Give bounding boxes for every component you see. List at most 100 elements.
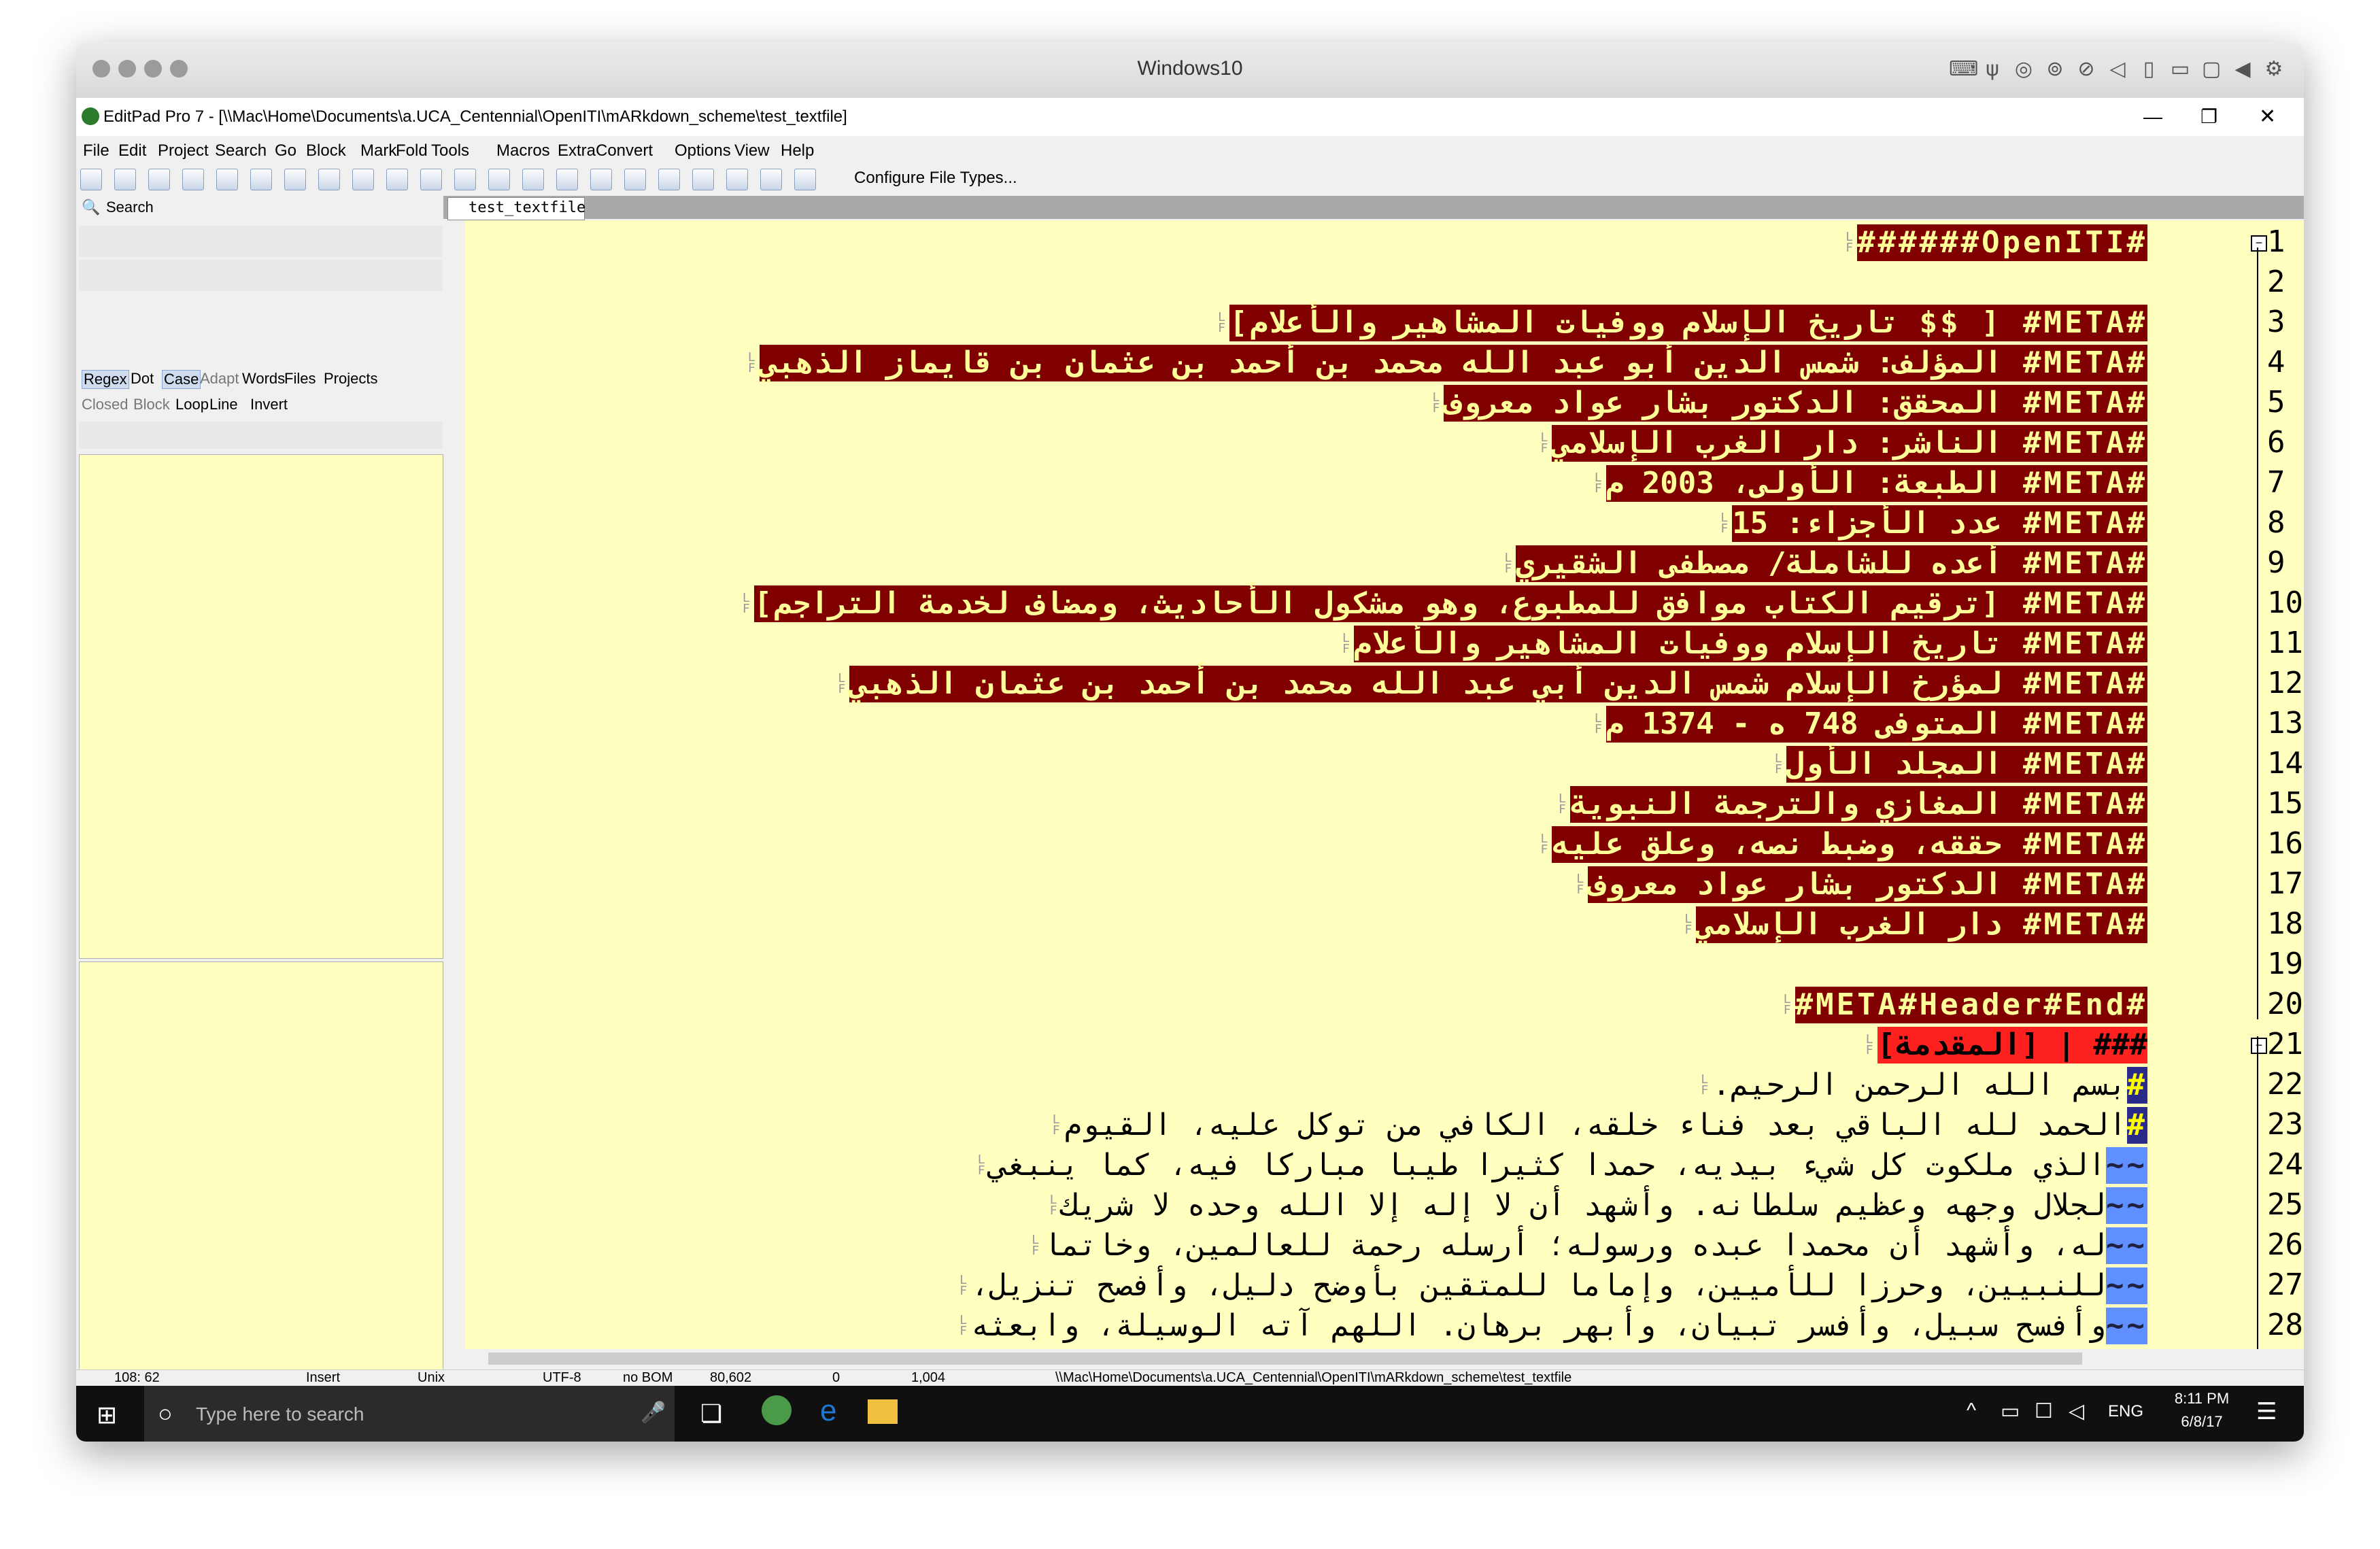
search-option-dot[interactable]: Dot bbox=[131, 370, 154, 388]
menu-convert[interactable]: Convert bbox=[596, 141, 653, 160]
language-indicator[interactable]: ENG bbox=[2108, 1402, 2143, 1421]
notifications-icon[interactable]: ☰ bbox=[2256, 1398, 2277, 1425]
block-select-icon[interactable] bbox=[522, 169, 544, 190]
menu-block[interactable]: Block bbox=[306, 141, 346, 160]
copy-icon[interactable] bbox=[386, 169, 408, 190]
editor-line[interactable]: #META# [ $$ تاريخ الإسلام ووفيات المشاهي… bbox=[1218, 305, 2147, 341]
editor-line[interactable]: # الحمد لله الباقي بعد فناء خلقه، الكافي … bbox=[1053, 1107, 2147, 1144]
fold-toggle-icon[interactable]: − bbox=[2251, 235, 2267, 252]
battery-icon[interactable]: ▭ bbox=[2001, 1399, 2020, 1423]
search-option-loop[interactable]: Loop bbox=[175, 396, 209, 413]
back-icon[interactable]: ◀ bbox=[2230, 57, 2255, 82]
volume-icon[interactable]: ◁ bbox=[2069, 1399, 2084, 1423]
tab-test-textfile[interactable]: test_textfile bbox=[447, 197, 585, 220]
search-option-words[interactable]: Words bbox=[242, 370, 285, 388]
editor-line[interactable]: #OpenITI###### L F bbox=[1846, 224, 2147, 261]
editor-line[interactable]: ~~ الذي ملكوت كل شيء بيديه، حمدا كثيرا طي… bbox=[978, 1147, 2147, 1184]
find-icon[interactable] bbox=[454, 169, 476, 190]
menu-help[interactable]: Help bbox=[781, 141, 814, 160]
fold-toggle-icon[interactable]: − bbox=[2251, 1038, 2267, 1054]
microphone-icon[interactable]: 🎤 bbox=[641, 1401, 666, 1425]
file-explorer-icon[interactable] bbox=[868, 1399, 898, 1424]
menu-fold[interactable]: Fold bbox=[396, 141, 428, 160]
show-whitespace-icon[interactable] bbox=[658, 169, 680, 190]
search-option-invert[interactable]: Invert bbox=[250, 396, 288, 413]
network-tray-icon[interactable]: ☐ bbox=[2035, 1399, 2053, 1423]
editor-line[interactable]: ~~ لجلال وجهه وعظيم سلطانه. وأشهد أن لا إ… bbox=[1050, 1187, 2147, 1224]
configure-file-types-button[interactable]: Configure File Types... bbox=[854, 169, 1017, 188]
text-editor[interactable]: 1− #OpenITI###### L F 2 3 #META# [ $$ تاريخ ال… bbox=[465, 220, 2304, 1349]
editor-line[interactable]: #META# الناشر: دار الغرب الإسلامي L F bbox=[1540, 425, 2147, 462]
menu-edit[interactable]: Edit bbox=[118, 141, 146, 160]
editor-line[interactable]: #META# المتوفى 748 ه - 1374 مLF bbox=[1595, 706, 2147, 743]
taskbar-search[interactable]: ○ Type here to search 🎤 bbox=[144, 1386, 675, 1442]
horizontal-scrollbar[interactable] bbox=[465, 1349, 2304, 1368]
redo-icon[interactable] bbox=[318, 169, 340, 190]
editor-line[interactable]: #META# [ترقيم الكتاب موافق للمطبوع، وهو … bbox=[743, 585, 2147, 622]
editor-line[interactable]: ### | [المقدمة] L F bbox=[1866, 1027, 2147, 1063]
editor-line[interactable]: #META# المجلد الأول L F bbox=[1775, 746, 2147, 783]
menu-extra[interactable]: Extra bbox=[558, 141, 596, 160]
device-icon[interactable]: ▯ bbox=[2137, 57, 2161, 82]
chevron-up-icon[interactable]: ^ bbox=[1967, 1399, 1976, 1423]
save-all-icon[interactable] bbox=[182, 169, 204, 190]
gear-icon[interactable]: ⚙ bbox=[2262, 57, 2286, 82]
disc-icon[interactable]: ◎ bbox=[2011, 57, 2036, 82]
search-option-line[interactable]: Line bbox=[209, 396, 238, 413]
search-option-block[interactable]: Block bbox=[133, 396, 170, 413]
taskbar-search-input[interactable]: Type here to search bbox=[196, 1403, 364, 1425]
forward-icon[interactable] bbox=[760, 169, 782, 190]
editor-line[interactable]: #META# لمؤرخ الإسلام شمس الدين أبي عبد ا… bbox=[838, 666, 2147, 702]
menu-go[interactable]: Go bbox=[275, 141, 296, 160]
editor-line[interactable]: #META# المحقق: الدكتور بشار عواد معروف L F bbox=[1433, 385, 2147, 422]
undo-icon[interactable] bbox=[284, 169, 306, 190]
editor-line[interactable]: #META# الدكتور بشار عواد معروف L F bbox=[1576, 866, 2147, 903]
editor-line[interactable]: #META# المغازي والترجمة النبوية L F bbox=[1559, 786, 2147, 823]
scroll-thumb[interactable] bbox=[488, 1352, 2082, 1365]
editor-line[interactable]: #META# الطبعة: الأولى، 2003 مLF bbox=[1595, 465, 2147, 502]
print-icon[interactable] bbox=[250, 169, 272, 190]
restore-icon[interactable]: ❐ bbox=[2200, 98, 2217, 136]
usb-icon[interactable]: ψ bbox=[1980, 57, 2005, 82]
sound-icon[interactable]: ◁ bbox=[2105, 57, 2130, 82]
screen-icon[interactable]: ▢ bbox=[2199, 57, 2224, 82]
search-option-case[interactable]: Case bbox=[162, 370, 201, 389]
new-file-icon[interactable] bbox=[80, 169, 102, 190]
search-option-projects[interactable]: Projects bbox=[324, 370, 377, 388]
menu-view[interactable]: View bbox=[734, 141, 770, 160]
menu-project[interactable]: Project bbox=[158, 141, 209, 160]
editor-line[interactable]: #META# عدد الأجزاء: 15 L F bbox=[1720, 505, 2147, 542]
search-option-regex[interactable]: Regex bbox=[82, 370, 129, 389]
close-icon[interactable]: ✕ bbox=[2259, 98, 2276, 136]
search-option-adapt[interactable]: Adapt bbox=[200, 370, 239, 388]
editor-line[interactable]: # بسم الله الرحمن الرحيم. L F bbox=[1701, 1067, 2147, 1104]
indent-icon[interactable] bbox=[624, 169, 646, 190]
search-box-top[interactable] bbox=[79, 454, 443, 959]
menu-options[interactable]: Options bbox=[675, 141, 731, 160]
editor-line[interactable]: ~~ له، وأشهد أن محمدا عبده ورسوله؛ أرسله … bbox=[1032, 1227, 2147, 1264]
menu-macros[interactable]: Macros bbox=[496, 141, 550, 160]
search-option-closed[interactable]: Closed bbox=[82, 396, 128, 413]
cut-icon[interactable] bbox=[352, 169, 374, 190]
camera-icon[interactable]: ⊚ bbox=[2043, 57, 2067, 82]
save-file-icon[interactable] bbox=[148, 169, 170, 190]
left-scrollbar[interactable] bbox=[443, 220, 464, 1349]
search-option-files[interactable]: Files bbox=[284, 370, 316, 388]
replace-icon[interactable] bbox=[488, 169, 510, 190]
edge-icon[interactable]: e bbox=[820, 1394, 836, 1428]
editor-line[interactable]: #META# المؤلف: شمس الدين أبو عبد الله مح… bbox=[748, 345, 2147, 381]
menu-mark[interactable]: Mark bbox=[360, 141, 396, 160]
editor-line[interactable]: ~~ وأفسح سبيل، وأفسر تبيان، وأبهر برهان. … bbox=[959, 1308, 2147, 1344]
configure-icon[interactable] bbox=[794, 169, 816, 190]
windows-start-icon[interactable]: ⊞ bbox=[97, 1401, 117, 1429]
editor-line[interactable]: #META# دار الغرب الإسلامي L F bbox=[1684, 906, 2147, 943]
editor-line[interactable]: #META#Header#End# L F bbox=[1784, 987, 2147, 1023]
open-file-icon[interactable] bbox=[114, 169, 136, 190]
font-icon[interactable] bbox=[590, 169, 612, 190]
network-icon[interactable]: ⊘ bbox=[2074, 57, 2098, 82]
editpad-taskbar-icon[interactable] bbox=[762, 1395, 792, 1425]
minimize-icon[interactable]: — bbox=[2143, 98, 2162, 136]
clock-date[interactable]: 6/8/17 bbox=[2161, 1413, 2243, 1431]
editor-line[interactable]: #META# حققه، وضبط نصه، وعلق عليه L F bbox=[1540, 826, 2147, 863]
clock-time[interactable]: 8:11 PM bbox=[2161, 1390, 2243, 1408]
